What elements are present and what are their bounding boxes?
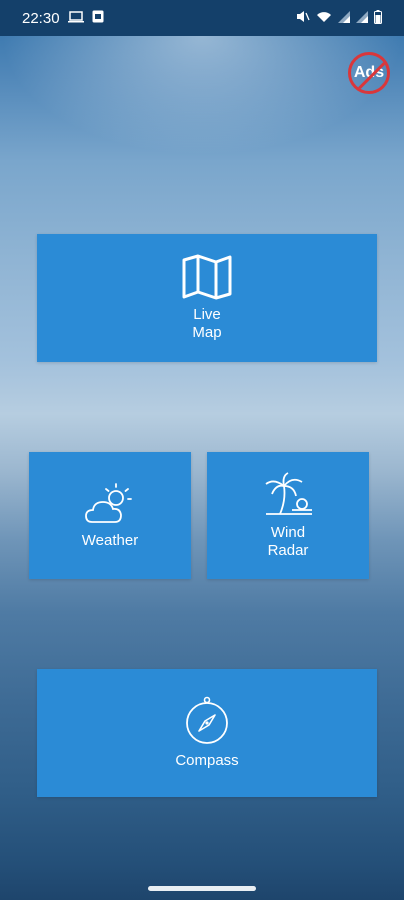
signal-icon-2: [356, 10, 368, 26]
live-map-label: Live Map: [192, 306, 222, 341]
compass-tile[interactable]: Compass: [37, 669, 377, 797]
mute-icon: [296, 10, 310, 26]
battery-icon: [374, 9, 382, 27]
wind-radar-tile[interactable]: Wind Radar: [207, 452, 369, 579]
map-icon: [182, 254, 232, 306]
remove-ads-button[interactable]: Ads: [348, 52, 390, 94]
status-time: 22:30: [22, 9, 60, 27]
compass-icon: [184, 696, 230, 752]
notification-icon: [92, 10, 104, 27]
weather-tile[interactable]: Weather: [29, 452, 191, 579]
status-bar: 22:30: [0, 0, 404, 36]
palm-tree-icon: [262, 471, 314, 524]
home-indicator[interactable]: [148, 886, 256, 891]
live-map-tile[interactable]: Live Map: [37, 234, 377, 362]
signal-icon: [338, 10, 350, 26]
compass-label: Compass: [175, 752, 239, 769]
laptop-icon: [67, 10, 84, 27]
cloud-sun-icon: [84, 482, 136, 532]
wind-radar-label: Wind Radar: [267, 523, 309, 559]
wifi-icon: [316, 11, 332, 26]
background-glow: [0, 36, 404, 156]
weather-label: Weather: [81, 531, 139, 549]
